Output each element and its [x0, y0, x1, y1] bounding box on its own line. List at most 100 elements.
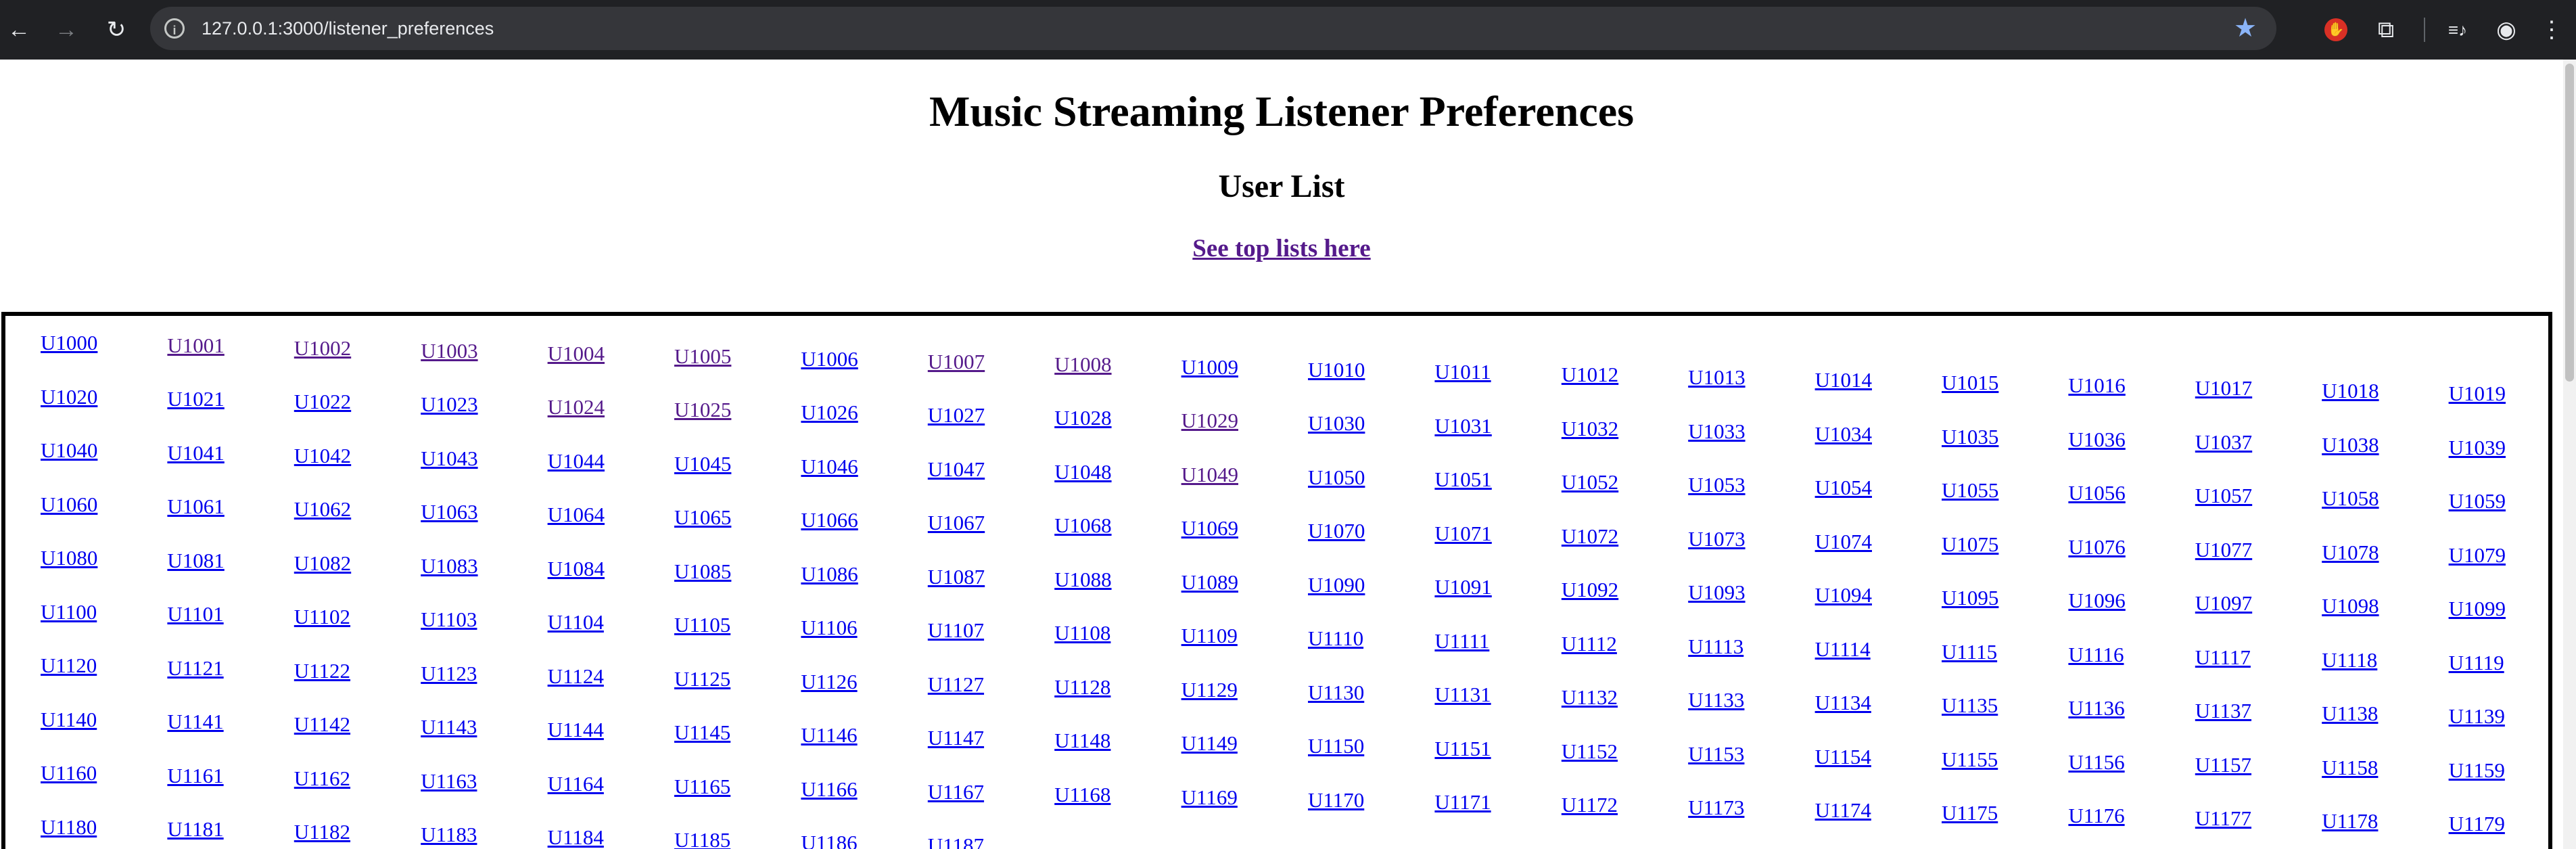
extensions-puzzle-icon[interactable]: ⧉ [2367, 11, 2405, 49]
user-link-u1019[interactable]: U1019 [2449, 382, 2506, 406]
user-link-u1033[interactable]: U1033 [1688, 419, 1745, 444]
user-link-u1090[interactable]: U1090 [1308, 573, 1365, 597]
user-link-u1153[interactable]: U1153 [1688, 742, 1744, 766]
user-link-u1098[interactable]: U1098 [2322, 594, 2379, 618]
user-link-u1083[interactable]: U1083 [421, 554, 477, 578]
user-link-u1061[interactable]: U1061 [167, 495, 224, 519]
user-link-u1080[interactable]: U1080 [41, 546, 97, 570]
user-link-u1002[interactable]: U1002 [294, 336, 351, 361]
user-link-u1082[interactable]: U1082 [294, 551, 351, 576]
user-link-u1174[interactable]: U1174 [1815, 798, 1871, 823]
user-link-u1184[interactable]: U1184 [548, 825, 604, 849]
user-link-u1070[interactable]: U1070 [1308, 519, 1365, 543]
user-link-u1096[interactable]: U1096 [2068, 589, 2125, 613]
user-link-u1062[interactable]: U1062 [294, 497, 351, 522]
user-link-u1171[interactable]: U1171 [1434, 790, 1491, 814]
user-link-u1156[interactable]: U1156 [2068, 750, 2124, 775]
user-link-u1123[interactable]: U1123 [421, 662, 477, 686]
user-link-u1089[interactable]: U1089 [1181, 570, 1238, 595]
user-link-u1158[interactable]: U1158 [2322, 756, 2378, 780]
user-link-u1110[interactable]: U1110 [1308, 626, 1363, 651]
user-link-u1037[interactable]: U1037 [2195, 430, 2252, 455]
user-link-u1105[interactable]: U1105 [674, 613, 730, 637]
user-link-u1023[interactable]: U1023 [421, 392, 477, 417]
user-link-u1046[interactable]: U1046 [801, 455, 858, 479]
user-link-u1057[interactable]: U1057 [2195, 484, 2252, 508]
user-link-u1015[interactable]: U1015 [1942, 371, 1998, 395]
user-link-u1055[interactable]: U1055 [1942, 478, 1998, 503]
user-link-u1169[interactable]: U1169 [1181, 785, 1238, 810]
user-link-u1183[interactable]: U1183 [421, 823, 477, 847]
user-link-u1050[interactable]: U1050 [1308, 465, 1365, 490]
user-link-u1054[interactable]: U1054 [1815, 476, 1872, 500]
user-link-u1067[interactable]: U1067 [928, 511, 985, 535]
user-link-u1122[interactable]: U1122 [294, 659, 350, 683]
user-link-u1128[interactable]: U1128 [1054, 675, 1110, 699]
user-link-u1129[interactable]: U1129 [1181, 678, 1238, 702]
user-link-u1071[interactable]: U1071 [1434, 522, 1491, 546]
user-link-u1109[interactable]: U1109 [1181, 624, 1238, 648]
user-link-u1137[interactable]: U1137 [2195, 699, 2251, 723]
user-link-u1179[interactable]: U1179 [2449, 812, 2505, 836]
user-link-u1066[interactable]: U1066 [801, 508, 858, 532]
user-link-u1118[interactable]: U1118 [2322, 648, 2377, 672]
bookmark-star-icon[interactable]: ★ [2230, 14, 2260, 43]
user-link-u1124[interactable]: U1124 [548, 664, 604, 689]
user-link-u1102[interactable]: U1102 [294, 605, 350, 629]
user-link-u1044[interactable]: U1044 [548, 449, 605, 474]
user-link-u1187[interactable]: U1187 [928, 833, 984, 849]
user-link-u1060[interactable]: U1060 [41, 492, 97, 517]
user-link-u1048[interactable]: U1048 [1054, 460, 1111, 484]
user-link-u1053[interactable]: U1053 [1688, 473, 1745, 497]
media-controls-icon[interactable]: ≡♪ [2439, 11, 2477, 49]
user-link-u1141[interactable]: U1141 [167, 710, 223, 734]
user-link-u1074[interactable]: U1074 [1815, 530, 1872, 554]
user-link-u1001[interactable]: U1001 [167, 334, 224, 358]
user-link-u1099[interactable]: U1099 [2449, 597, 2506, 621]
user-link-u1028[interactable]: U1028 [1054, 406, 1111, 430]
user-link-u1051[interactable]: U1051 [1434, 467, 1491, 492]
user-link-u1132[interactable]: U1132 [1562, 685, 1618, 710]
user-link-u1017[interactable]: U1017 [2195, 376, 2252, 400]
user-link-u1043[interactable]: U1043 [421, 446, 477, 471]
user-link-u1016[interactable]: U1016 [2068, 373, 2125, 398]
user-link-u1020[interactable]: U1020 [41, 385, 97, 409]
user-link-u1149[interactable]: U1149 [1181, 731, 1238, 756]
user-link-u1164[interactable]: U1164 [548, 772, 604, 796]
user-link-u1127[interactable]: U1127 [928, 672, 984, 697]
user-link-u1163[interactable]: U1163 [421, 769, 477, 794]
user-link-u1009[interactable]: U1009 [1181, 355, 1238, 380]
user-link-u1047[interactable]: U1047 [928, 457, 985, 482]
user-link-u1008[interactable]: U1008 [1054, 352, 1111, 377]
user-link-u1042[interactable]: U1042 [294, 444, 351, 468]
user-link-u1059[interactable]: U1059 [2449, 489, 2506, 513]
user-link-u1075[interactable]: U1075 [1942, 532, 1998, 557]
user-link-u1010[interactable]: U1010 [1308, 358, 1365, 382]
user-link-u1079[interactable]: U1079 [2449, 543, 2506, 568]
scrollbar-thumb[interactable] [2565, 64, 2574, 382]
user-link-u1168[interactable]: U1168 [1054, 783, 1110, 807]
user-link-u1139[interactable]: U1139 [2449, 704, 2505, 729]
user-link-u1076[interactable]: U1076 [2068, 535, 2125, 559]
user-link-u1175[interactable]: U1175 [1942, 801, 1998, 825]
user-link-u1034[interactable]: U1034 [1815, 422, 1872, 446]
user-link-u1142[interactable]: U1142 [294, 712, 350, 737]
user-link-u1073[interactable]: U1073 [1688, 527, 1745, 551]
user-link-u1026[interactable]: U1026 [801, 400, 858, 425]
user-link-u1072[interactable]: U1072 [1562, 524, 1618, 549]
user-link-u1150[interactable]: U1150 [1308, 734, 1364, 758]
user-link-u1144[interactable]: U1144 [548, 718, 604, 742]
stop-extension-icon[interactable]: ✋ [2317, 11, 2355, 49]
user-link-u1115[interactable]: U1115 [1942, 640, 1997, 664]
user-link-u1157[interactable]: U1157 [2195, 753, 2251, 777]
user-link-u1178[interactable]: U1178 [2322, 809, 2378, 833]
user-link-u1086[interactable]: U1086 [801, 562, 858, 587]
forward-arrow-icon[interactable]: → [47, 11, 85, 49]
user-link-u1107[interactable]: U1107 [928, 618, 984, 643]
user-link-u1085[interactable]: U1085 [674, 559, 731, 584]
user-link-u1032[interactable]: U1032 [1562, 417, 1618, 441]
user-link-u1100[interactable]: U1100 [41, 600, 97, 624]
user-link-u1029[interactable]: U1029 [1181, 409, 1238, 433]
user-link-u1049[interactable]: U1049 [1181, 463, 1238, 487]
user-link-u1133[interactable]: U1133 [1688, 688, 1744, 712]
